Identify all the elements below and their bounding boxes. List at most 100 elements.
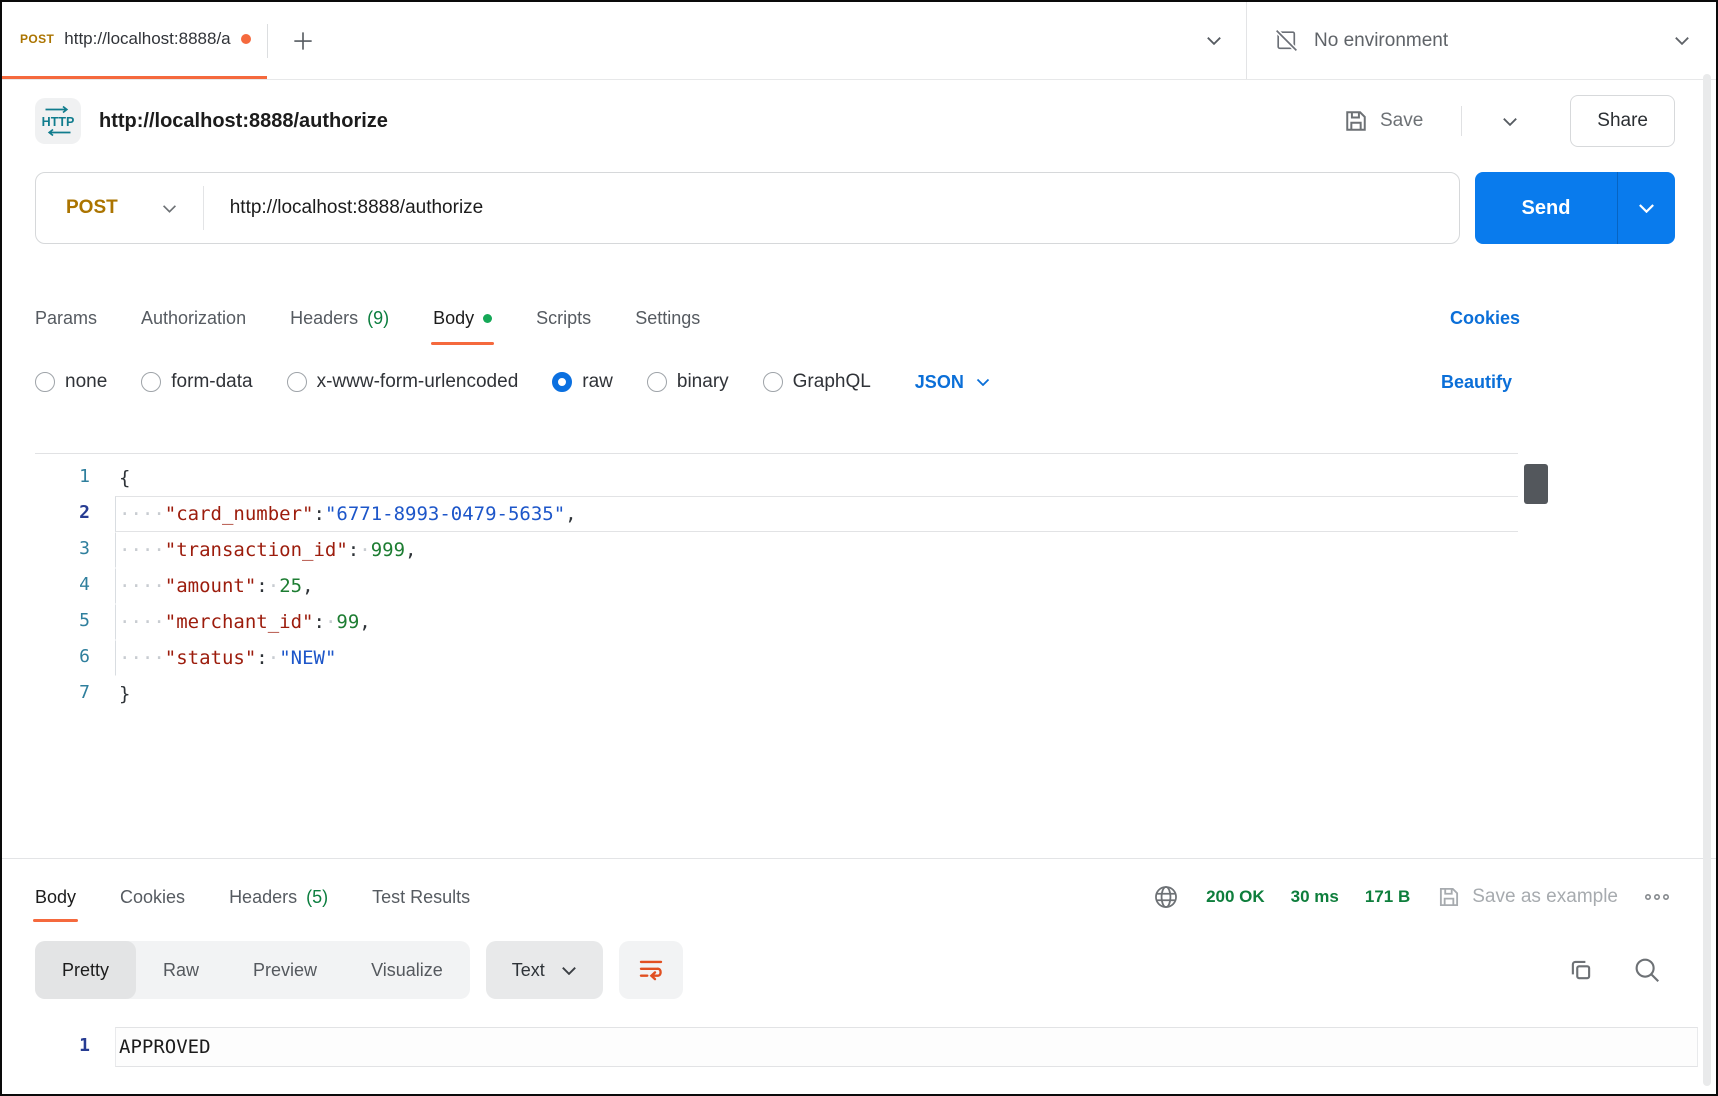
response-body-viewer[interactable]: 1 APPROVED (2, 1027, 1716, 1067)
cookies-link[interactable]: Cookies (1450, 308, 1520, 329)
request-url-row: POST http://localhost:8888/authorize Sen… (2, 162, 1716, 254)
response-tab-test-results[interactable]: Test Results (372, 887, 470, 908)
response-headers-count: (5) (306, 887, 328, 908)
code-line[interactable]: 2····"card_number":"6771-8993-0479-5635"… (35, 496, 1518, 532)
code-content: ····"amount":·25, (115, 568, 1518, 604)
radio-none[interactable]: none (35, 371, 107, 393)
view-visualize[interactable]: Visualize (344, 941, 470, 999)
tab-params[interactable]: Params (35, 308, 97, 329)
floppy-save-icon (1342, 107, 1370, 135)
response-meta: 200 OK 30 ms 171 B Save as example (1152, 883, 1670, 911)
response-tab-headers[interactable]: Headers(5) (229, 887, 328, 908)
tab-scripts[interactable]: Scripts (536, 308, 591, 329)
save-label: Save (1380, 110, 1423, 132)
save-as-example-button[interactable]: Save as example (1436, 884, 1618, 910)
tab-headers[interactable]: Headers(9) (290, 308, 389, 329)
response-tab-cookies[interactable]: Cookies (120, 887, 185, 908)
response-toolbar: Pretty Raw Preview Visualize Text (35, 941, 1662, 999)
radio-graphql[interactable]: GraphQL (763, 371, 871, 393)
radio-circle (763, 372, 783, 392)
copy-icon[interactable] (1566, 955, 1596, 985)
code-content: } (115, 676, 1518, 712)
code-line[interactable]: 4 ····"amount":·25, (35, 568, 1518, 604)
method-selector[interactable]: POST (36, 197, 203, 219)
line-number: 1 (35, 1027, 90, 1067)
code-line[interactable]: 3 ····"transaction_id":·999, (35, 532, 1518, 568)
environment-selector[interactable]: No environment (1246, 2, 1716, 79)
tab-settings[interactable]: Settings (635, 308, 700, 329)
code-content: ····"status":·"NEW" (115, 640, 1518, 676)
code-line[interactable]: 1{ (35, 460, 1518, 496)
radio-circle (287, 372, 307, 392)
code-line[interactable]: 7} (35, 676, 1518, 712)
send-options-chevron[interactable] (1617, 172, 1675, 244)
new-tab-button[interactable] (282, 20, 324, 62)
response-size[interactable]: 171 B (1365, 887, 1410, 907)
request-tab[interactable]: POST http://localhost:8888/a (2, 2, 267, 79)
line-number: 7 (35, 676, 90, 712)
send-label: Send (1475, 172, 1617, 244)
code-content: APPROVED (115, 1027, 1698, 1067)
response-format-selector[interactable]: Text (486, 941, 603, 999)
tab-authorization[interactable]: Authorization (141, 308, 246, 329)
url-input[interactable]: http://localhost:8888/authorize (204, 197, 1459, 219)
view-pretty[interactable]: Pretty (35, 941, 136, 999)
postman-app: POST http://localhost:8888/a No environm… (0, 0, 1718, 1096)
code-line[interactable]: 5····"merchant_id":·99, (35, 604, 1518, 640)
response-tab-body[interactable]: Body (35, 887, 76, 908)
view-raw[interactable]: Raw (136, 941, 226, 999)
tab-bar: POST http://localhost:8888/a No environm… (2, 2, 1716, 80)
tab-method-label: POST (20, 32, 54, 46)
status-badge[interactable]: 200 OK (1206, 887, 1265, 907)
view-preview[interactable]: Preview (226, 941, 344, 999)
line-number: 6 (35, 640, 90, 676)
beautify-link[interactable]: Beautify (1441, 372, 1512, 393)
http-badge-icon: HTTP (35, 98, 81, 144)
more-options-icon[interactable] (1644, 892, 1670, 902)
page-scrollbar[interactable] (1703, 74, 1711, 1086)
tab-body[interactable]: Body (433, 308, 492, 329)
word-wrap-icon (636, 955, 666, 985)
share-button[interactable]: Share (1570, 95, 1675, 147)
radio-binary[interactable]: binary (647, 371, 729, 393)
line-number: 4 (35, 568, 90, 604)
divider (1461, 106, 1462, 136)
request-tabs: Params Authorization Headers(9) Body Scr… (2, 254, 1716, 329)
save-options-chevron-button[interactable] (1494, 109, 1526, 134)
code-line[interactable]: 1 APPROVED (35, 1027, 1716, 1067)
radio-raw[interactable]: raw (552, 371, 613, 393)
tab-list-dropdown-button[interactable] (1198, 28, 1230, 53)
send-button[interactable]: Send (1475, 172, 1675, 244)
url-box: POST http://localhost:8888/authorize (35, 172, 1460, 244)
radio-x-www-form-urlencoded[interactable]: x-www-form-urlencoded (287, 371, 519, 393)
editor-scrollbar-thumb[interactable] (1524, 464, 1548, 504)
body-type-row: none form-data x-www-form-urlencoded raw… (2, 329, 1716, 393)
headers-count: (9) (367, 308, 389, 329)
search-icon[interactable] (1632, 955, 1662, 985)
request-body-editor[interactable]: 1{2····"card_number":"6771-8993-0479-563… (35, 453, 1518, 858)
chevron-down-icon (162, 204, 177, 213)
code-content: ····"transaction_id":·999, (115, 532, 1518, 568)
unsaved-changes-dot (241, 34, 251, 44)
radio-form-data[interactable]: form-data (141, 371, 252, 393)
save-button[interactable]: Save (1342, 107, 1423, 135)
svg-text:HTTP: HTTP (42, 115, 75, 129)
response-time[interactable]: 30 ms (1291, 887, 1339, 907)
code-line[interactable]: 6 ····"status":·"NEW" (35, 640, 1518, 676)
tab-title: http://localhost:8888/a (64, 29, 230, 49)
line-number: 5 (35, 604, 90, 640)
line-number: 3 (35, 532, 90, 568)
no-environment-icon (1273, 27, 1300, 54)
environment-label: No environment (1314, 30, 1660, 52)
response-view-switch: Pretty Raw Preview Visualize (35, 941, 470, 999)
plus-icon (290, 28, 316, 54)
globe-icon[interactable] (1152, 883, 1180, 911)
line-number: 1 (35, 460, 90, 496)
chevron-down-icon (976, 378, 990, 386)
response-lines: 1 APPROVED (35, 1027, 1716, 1067)
chevron-down-icon (1502, 117, 1518, 126)
word-wrap-button[interactable] (619, 941, 683, 999)
language-selector[interactable]: JSON (915, 372, 990, 393)
body-modified-dot (483, 314, 492, 323)
response-toolbar-right (1566, 955, 1662, 985)
